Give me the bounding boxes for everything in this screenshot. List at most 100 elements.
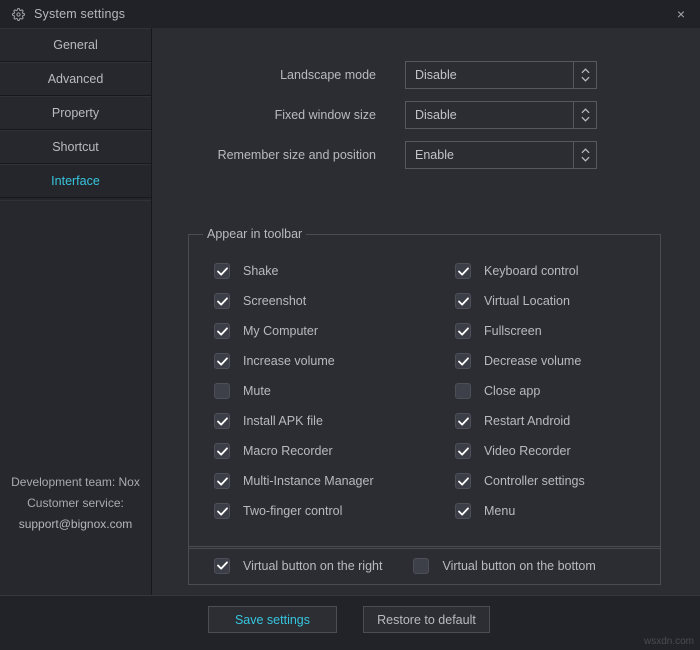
sidebar-item-advanced[interactable]: Advanced <box>0 62 151 96</box>
checkbox-close-app[interactable]: Close app <box>425 376 661 406</box>
checkbox-increase-volume[interactable]: Increase volume <box>189 346 425 376</box>
checkbox-label: Keyboard control <box>484 264 579 278</box>
checkbox-checked-icon[interactable] <box>455 413 471 429</box>
checkbox-label: Multi-Instance Manager <box>243 474 374 488</box>
checkbox-macro-recorder[interactable]: Macro Recorder <box>189 436 425 466</box>
toolbar-checkbox-grid: Shake Keyboard control Screenshot Virtual L… <box>189 256 660 526</box>
setting-label: Remember size and position <box>217 148 376 162</box>
sidebar-item-label: Shortcut <box>52 140 99 154</box>
checkbox-label: Menu <box>484 504 516 518</box>
checkbox-multi-instance-manager[interactable]: Multi-Instance Manager <box>189 466 425 496</box>
checkbox-shake[interactable]: Shake <box>189 256 425 286</box>
save-settings-button[interactable]: Save settings <box>208 606 337 633</box>
checkbox-checked-icon[interactable] <box>455 443 471 459</box>
checkbox-label: Mute <box>243 384 271 398</box>
checkbox-decrease-volume[interactable]: Decrease volume <box>425 346 661 376</box>
checkbox-checked-icon[interactable] <box>214 473 230 489</box>
sidebar-item-general[interactable]: General <box>0 28 151 62</box>
checkbox-unchecked-icon[interactable] <box>455 383 471 399</box>
checkbox-virtual-button-on-the-right[interactable]: Virtual button on the right <box>189 557 383 574</box>
checkbox-install-apk-file[interactable]: Install APK file <box>189 406 425 436</box>
checkbox-checked-icon[interactable] <box>214 293 230 309</box>
checkbox-label: Two-finger control <box>243 504 343 518</box>
setting-row-landscape-mode: Landscape mode Disable <box>152 55 700 95</box>
system-settings-window: System settings × General Advanced Prope… <box>0 0 700 650</box>
checkbox-checked-icon[interactable] <box>455 473 471 489</box>
checkbox-checked-icon[interactable] <box>214 503 230 519</box>
checkbox-label: Video Recorder <box>484 444 571 458</box>
landscape-mode-dropdown[interactable]: Disable <box>405 61 597 89</box>
restore-to-default-button[interactable]: Restore to default <box>363 606 490 633</box>
checkbox-my-computer[interactable]: My Computer <box>189 316 425 346</box>
sidebar-item-property[interactable]: Property <box>0 96 151 130</box>
checkbox-unchecked-icon[interactable] <box>214 383 230 399</box>
checkbox-video-recorder[interactable]: Video Recorder <box>425 436 661 466</box>
checkbox-label: Restart Android <box>484 414 571 428</box>
checkbox-keyboard-control[interactable]: Keyboard control <box>425 256 661 286</box>
gear-icon <box>12 7 25 21</box>
sidebar-item-interface[interactable]: Interface <box>0 164 151 198</box>
checkbox-label: Virtual Location <box>484 294 570 308</box>
sidebar-item-label: Advanced <box>47 72 104 86</box>
virtual-button-row: Virtual button on the right Virtual butto… <box>188 547 661 585</box>
fixed-window-size-dropdown[interactable]: Disable <box>405 101 597 129</box>
checkbox-restart-android[interactable]: Restart Android <box>425 406 661 436</box>
close-icon[interactable]: × <box>670 4 692 24</box>
customer-service-line: Customer service: <box>27 496 124 510</box>
checkbox-fullscreen[interactable]: Fullscreen <box>425 316 661 346</box>
checkbox-label: My Computer <box>243 324 319 338</box>
checkbox-menu[interactable]: Menu <box>425 496 661 526</box>
checkbox-virtual-button-on-the-bottom[interactable]: Virtual button on the bottom <box>382 557 596 574</box>
checkbox-checked-icon[interactable] <box>455 263 471 279</box>
sidebar: General Advanced Property Shortcut Inter… <box>0 28 152 595</box>
main-panel: Landscape mode Disable Fixed window size… <box>152 28 700 595</box>
checkbox-checked-icon[interactable] <box>214 557 230 574</box>
group-legend: Appear in toolbar <box>203 227 307 241</box>
spinner-updown-icon[interactable] <box>573 61 597 89</box>
watermark: wsxdn.com <box>643 636 694 647</box>
checkbox-label: Close app <box>484 384 541 398</box>
sidebar-item-shortcut[interactable]: Shortcut <box>0 130 151 164</box>
checkbox-label: Virtual button on the bottom <box>442 558 596 573</box>
spinner-updown-icon[interactable] <box>573 141 597 169</box>
setting-label: Fixed window size <box>274 108 376 122</box>
dev-team-line: Development team: Nox <box>11 475 140 489</box>
checkbox-checked-icon[interactable] <box>214 353 230 369</box>
checkbox-screenshot[interactable]: Screenshot <box>189 286 425 316</box>
titlebar: System settings × <box>0 0 700 28</box>
sidebar-item-label: Interface <box>51 174 100 188</box>
checkbox-checked-icon[interactable] <box>214 413 230 429</box>
checkbox-label: Screenshot <box>243 294 307 308</box>
appear-in-toolbar-group: Appear in toolbar Shake Keyboard control S… <box>188 227 661 549</box>
checkbox-label: Controller settings <box>484 474 585 488</box>
checkbox-checked-icon[interactable] <box>455 503 471 519</box>
support-email: support@bignox.com <box>18 517 133 531</box>
checkbox-label: Macro Recorder <box>243 444 333 458</box>
setting-label: Landscape mode <box>280 68 376 82</box>
checkbox-checked-icon[interactable] <box>455 293 471 309</box>
sidebar-item-label: Property <box>51 106 100 120</box>
dropdown-value: Disable <box>415 68 457 82</box>
checkbox-label: Shake <box>243 264 279 278</box>
checkbox-mute[interactable]: Mute <box>189 376 425 406</box>
checkbox-checked-icon[interactable] <box>214 323 230 339</box>
checkbox-virtual-location[interactable]: Virtual Location <box>425 286 661 316</box>
spinner-updown-icon[interactable] <box>573 101 597 129</box>
checkbox-controller-settings[interactable]: Controller settings <box>425 466 661 496</box>
checkbox-label: Increase volume <box>243 354 335 368</box>
sidebar-blank-area <box>0 200 151 595</box>
checkbox-checked-icon[interactable] <box>214 263 230 279</box>
checkbox-label: Fullscreen <box>484 324 542 338</box>
checkbox-label: Install APK file <box>243 414 323 428</box>
checkbox-label: Virtual button on the right <box>243 558 383 573</box>
remember-size-position-dropdown[interactable]: Enable <box>405 141 597 169</box>
checkbox-two-finger-control[interactable]: Two-finger control <box>189 496 425 526</box>
checkbox-checked-icon[interactable] <box>455 353 471 369</box>
checkbox-checked-icon[interactable] <box>214 443 230 459</box>
dropdown-value: Disable <box>415 108 457 122</box>
footer-bar: Save settings Restore to default wsxdn.c… <box>0 596 700 650</box>
checkbox-unchecked-icon[interactable] <box>413 557 430 574</box>
window-title: System settings <box>34 7 126 21</box>
sidebar-item-label: General <box>53 38 98 52</box>
checkbox-checked-icon[interactable] <box>455 323 471 339</box>
